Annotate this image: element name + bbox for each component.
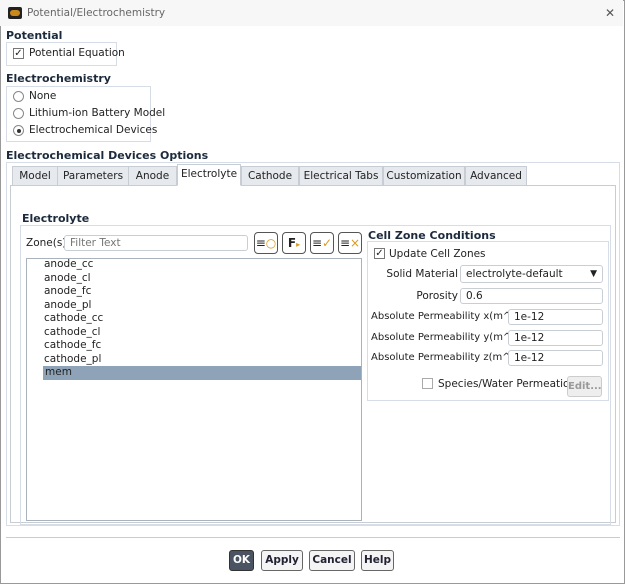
tab-electrolyte[interactable]: Electrolyte [177,164,241,186]
species-water-label: Species/Water Permeation [438,378,577,390]
clear-selection-icon[interactable]: ≡× [338,232,362,254]
edit-button[interactable]: Edit... [567,376,602,397]
apply-button[interactable]: Apply [261,550,303,571]
update-cell-zones-checkbox[interactable]: ✓ [374,248,385,259]
update-cell-zones-label: Update Cell Zones [389,248,486,260]
porosity-input[interactable]: 0.6 [460,288,603,304]
radio-electrochemical-devices-label: Electrochemical Devices [29,124,158,136]
solid-material-dropdown[interactable]: electrolyte-default ▼ [460,265,603,283]
tab-anode[interactable]: Anode [128,166,177,186]
tab-model[interactable]: Model [12,166,58,186]
chevron-down-icon: ▼ [590,269,597,279]
solid-material-value: electrolyte-default [466,268,563,280]
zone-item[interactable]: cathode_fc [44,339,101,353]
match-icon[interactable]: F▸ [282,232,306,254]
potential-equation-checkbox[interactable]: ✓ [13,48,24,59]
tab-parameters[interactable]: Parameters [57,166,129,186]
radio-lithium-ion-label: Lithium-ion Battery Model [29,107,166,119]
check-all-icon[interactable]: ≡✓ [310,232,334,254]
radio-none[interactable] [13,91,24,102]
zone-item-selected[interactable]: mem [43,366,361,380]
perm-z-input[interactable]: 1e-12 [508,350,603,366]
tab-customization[interactable]: Customization [383,166,465,186]
select-all-icon[interactable]: ≡○ [254,232,278,254]
perm-y-label: Absolute Permeability y(m^2) [371,332,522,343]
tab-electrical-tabs[interactable]: Electrical Tabs [299,166,383,186]
zone-item[interactable]: anode_cc [44,258,93,272]
porosity-label: Porosity [416,290,458,302]
radio-electrochemical-devices[interactable] [13,125,24,136]
separator [6,537,620,538]
perm-x-input[interactable]: 1e-12 [508,309,603,325]
radio-none-label: None [29,90,57,102]
perm-y-input[interactable]: 1e-12 [508,330,603,346]
electrochemistry-heading: Electrochemistry [6,72,111,85]
zone-item[interactable]: anode_cl [44,272,91,286]
species-water-checkbox[interactable] [422,378,433,389]
zone-filter-input[interactable] [64,235,248,251]
radio-lithium-ion[interactable] [13,108,24,119]
potential-heading: Potential [6,29,63,42]
close-icon[interactable]: ✕ [605,6,615,20]
tab-advanced[interactable]: Advanced [465,166,527,186]
solid-material-label: Solid Material [386,268,458,280]
help-button[interactable]: Help [361,550,394,571]
potential-equation-label: Potential Equation [29,47,125,59]
zones-label: Zone(s) [26,237,67,249]
ok-button[interactable]: OK [229,550,254,571]
zone-item[interactable]: cathode_pl [44,353,101,367]
window-title: Potential/Electrochemistry [27,7,166,19]
zone-item[interactable]: anode_fc [44,285,91,299]
app-logo-icon [8,7,22,19]
title-bar: Potential/Electrochemistry ✕ [0,0,623,26]
options-heading: Electrochemical Devices Options [6,149,209,162]
electrolyte-heading: Electrolyte [22,212,90,225]
zone-item[interactable]: anode_pl [44,299,91,313]
zone-item[interactable]: cathode_cc [44,312,103,326]
perm-x-label: Absolute Permeability x(m^2) [371,311,522,322]
perm-z-label: Absolute Permeability z(m^2) [371,352,521,363]
cancel-button[interactable]: Cancel [309,550,355,571]
zone-item[interactable]: cathode_cl [44,326,100,340]
tab-cathode[interactable]: Cathode [241,166,299,186]
